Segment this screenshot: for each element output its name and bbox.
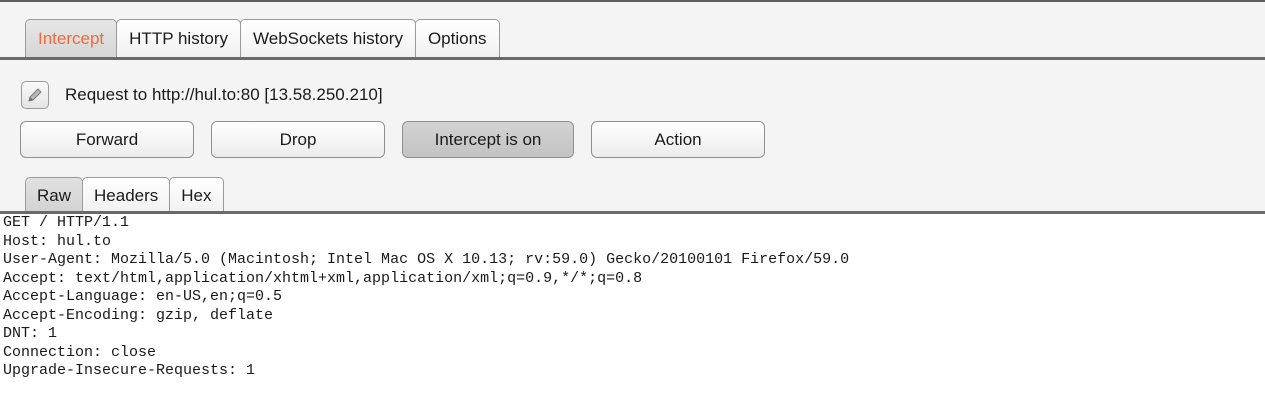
tab-http-history[interactable]: HTTP history <box>116 19 242 58</box>
header-accept: Accept: text/html,application/xhtml+xml,… <box>3 269 643 287</box>
request-info-row: Request to http://hul.to:80 [13.58.250.2… <box>21 80 383 110</box>
header-user-agent: User-Agent: Mozilla/5.0 (Macintosh; Inte… <box>3 251 850 268</box>
edit-request-button[interactable] <box>21 81 49 109</box>
tab-headers[interactable]: Headers <box>82 177 171 213</box>
forward-button[interactable]: Forward <box>20 121 194 158</box>
action-button[interactable]: Action <box>591 121 765 158</box>
header-accept-language: Accept-Language: en-US,en;q=0.5 <box>3 288 283 305</box>
intercept-action-buttons: Forward Drop Intercept is on Action <box>20 121 782 158</box>
header-host: Host: hul.to <box>3 232 112 250</box>
tab-intercept[interactable]: Intercept <box>25 19 118 58</box>
tab-raw[interactable]: Raw <box>25 177 84 213</box>
tab-websockets-history[interactable]: WebSockets history <box>240 19 416 58</box>
request-target-label: Request to http://hul.to:80 [13.58.250.2… <box>65 85 383 104</box>
burp-proxy-window: Intercept HTTP history WebSockets histor… <box>0 0 1265 416</box>
top-tab-strip: Intercept HTTP history WebSockets histor… <box>0 0 1265 65</box>
intercept-toggle-button[interactable]: Intercept is on <box>402 121 574 158</box>
intercept-panel: Request to http://hul.to:80 [13.58.250.2… <box>0 63 1265 213</box>
request-line: GET / HTTP/1.1 <box>3 214 130 231</box>
header-dnt: DNT: 1 <box>3 325 58 342</box>
tab-hex[interactable]: Hex <box>169 177 224 213</box>
message-view-tabs: Raw Headers Hex <box>25 177 224 213</box>
drop-button[interactable]: Drop <box>211 121 385 158</box>
header-accept-encoding: Accept-Encoding: gzip, deflate <box>3 306 274 324</box>
tab-options[interactable]: Options <box>414 19 500 58</box>
raw-request-editor[interactable]: GET / HTTP/1.1 Host: hul.to User-Agent: … <box>0 214 1265 416</box>
header-connection: Connection: close <box>3 343 157 361</box>
top-tabs: Intercept HTTP history WebSockets histor… <box>25 19 500 58</box>
header-upgrade-insecure-requests: Upgrade-Insecure-Requests: 1 <box>3 362 256 379</box>
tab-strip-divider <box>0 57 1265 60</box>
pencil-icon <box>28 88 42 102</box>
